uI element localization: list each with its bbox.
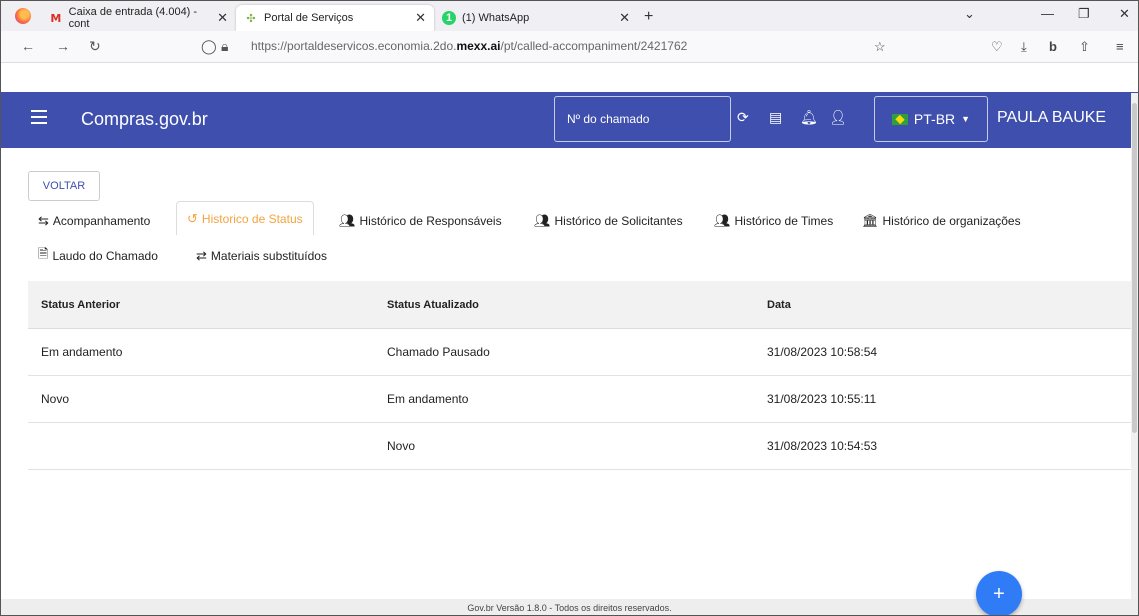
tab-label: Historico de Status bbox=[201, 211, 303, 226]
menu-icon[interactable]: ≡ bbox=[1116, 39, 1124, 54]
back-arrow-icon[interactable]: ← bbox=[21, 38, 35, 54]
tab-label: Histórico de Times bbox=[734, 214, 834, 228]
gmail-icon: M bbox=[50, 11, 62, 25]
url-domain: mexx.ai bbox=[456, 39, 501, 53]
browser-tab-title: Portal de Serviços bbox=[264, 12, 354, 24]
table-row: Em andamento Chamado Pausado 31/08/2023 … bbox=[28, 329, 1134, 376]
url-prefix: https://portaldeservicos.economia.2do. bbox=[251, 39, 457, 53]
browser-tab-title: Caixa de entrada (4.004) - cont bbox=[68, 6, 198, 30]
tab-label: Histórico de Responsáveis bbox=[359, 214, 502, 228]
user-name[interactable]: PAULA BAUKE bbox=[997, 109, 1106, 127]
column-header-status-anterior: Status Anterior bbox=[41, 298, 121, 311]
new-tab-icon[interactable]: + bbox=[644, 8, 653, 26]
caret-down-icon: ▼ bbox=[961, 114, 971, 124]
cell-data: 31/08/2023 10:54:53 bbox=[767, 439, 878, 453]
scrollbar-thumb[interactable] bbox=[1132, 103, 1137, 433]
tab-laudo-do-chamado[interactable]: 🗎︎ Laudo do Chamado bbox=[38, 239, 158, 273]
swap-icon: ⇄ bbox=[196, 248, 207, 263]
tab-label: Acompanhamento bbox=[52, 214, 151, 228]
browser-nav-bar: ← → ↻ ◯ 🔒︎ https://portaldeservicos.econ… bbox=[1, 31, 1138, 63]
browser-tab-portal[interactable]: ✣ Portal de Serviços ✕ bbox=[236, 5, 434, 31]
people-icon: 👥︎ bbox=[714, 213, 731, 228]
ticket-number-search-input[interactable] bbox=[554, 96, 731, 142]
close-tab-icon[interactable]: ✕ bbox=[217, 10, 228, 26]
people-icon: 👥︎ bbox=[534, 213, 551, 228]
column-header-status-atualizado: Status Atualizado bbox=[387, 298, 479, 311]
tab-list-chevron-icon[interactable]: ⌄ bbox=[964, 6, 975, 22]
close-tab-icon[interactable]: ✕ bbox=[619, 10, 630, 26]
tab-label: Histórico de Solicitantes bbox=[554, 214, 683, 228]
hamburger-menu-icon[interactable] bbox=[31, 110, 47, 128]
language-label: PT-BR bbox=[913, 111, 956, 127]
extension-icon[interactable]: b bbox=[1049, 39, 1057, 54]
cell-status-anterior: Em andamento bbox=[41, 345, 123, 359]
browser-tab-title: (1) WhatsApp bbox=[462, 12, 530, 24]
portal-icon: ✣ bbox=[246, 12, 256, 25]
cell-status-atualizado: Novo bbox=[387, 439, 416, 453]
accompaniment-icon: ⇆ bbox=[38, 213, 49, 228]
close-tab-icon[interactable]: ✕ bbox=[415, 10, 426, 26]
cell-data: 31/08/2023 10:58:54 bbox=[767, 345, 878, 359]
pocket-icon[interactable]: ♡ bbox=[991, 39, 1003, 55]
tab-acompanhamento[interactable]: ⇆ Acompanhamento bbox=[38, 204, 150, 238]
url-path: /pt/called-accompaniment/2421762 bbox=[500, 39, 688, 53]
status-history-table: Status Anterior Status Atualizado Data E… bbox=[28, 281, 1134, 470]
address-bar[interactable]: https://portaldeservicos.economia.2do.me… bbox=[251, 39, 687, 53]
screen-frame: M Caixa de entrada (4.004) - cont ✕ ✣ Po… bbox=[0, 0, 1139, 616]
tab-label: Histórico de organizações bbox=[882, 214, 1021, 228]
share-icon[interactable]: ⇧ bbox=[1079, 39, 1090, 55]
browser-tab-whatsapp[interactable]: 1 (1) WhatsApp ✕ bbox=[434, 5, 638, 31]
lock-icon[interactable]: 🔒︎ bbox=[221, 38, 228, 55]
back-button[interactable]: VOLTAR bbox=[28, 171, 100, 201]
tab-historico-de-responsaveis[interactable]: 👥︎ Histórico de Responsáveis bbox=[339, 204, 502, 238]
browser-tab-strip: M Caixa de entrada (4.004) - cont ✕ ✣ Po… bbox=[1, 1, 1138, 31]
shield-icon[interactable]: ◯ bbox=[201, 38, 217, 55]
document-icon: 🗎︎ bbox=[38, 246, 49, 261]
table-row: Novo 31/08/2023 10:54:53 bbox=[28, 423, 1134, 470]
firefox-logo-icon[interactable] bbox=[15, 8, 31, 24]
tab-label: Laudo do Chamado bbox=[52, 249, 158, 263]
tab-materiais-substituidos[interactable]: ⇄ Materiais substituídos bbox=[196, 239, 327, 273]
tab-historico-de-times[interactable]: 👥︎ Histórico de Times bbox=[714, 204, 833, 238]
bookmark-star-icon[interactable]: ☆ bbox=[874, 39, 886, 55]
footer-text: Gov.br Versão 1.8.0 - Todos os direitos … bbox=[1, 599, 1138, 615]
brand-title[interactable]: Compras.gov.br bbox=[81, 109, 208, 130]
brazil-flag-icon bbox=[891, 113, 908, 125]
browser-tab-gmail[interactable]: M Caixa de entrada (4.004) - cont ✕ bbox=[41, 5, 236, 31]
tab-historico-de-status[interactable]: ↺ Historico de Status bbox=[176, 201, 314, 235]
people-icon: 👥︎ bbox=[339, 213, 356, 228]
app-header: Compras.gov.br ⟳ ▤ 🔔︎ 👤︎ PT-BR ▼ PAULA B… bbox=[1, 92, 1138, 148]
minimize-icon[interactable]: — bbox=[1041, 6, 1054, 21]
tablet-icon[interactable]: ▤ bbox=[769, 109, 782, 126]
cell-data: 31/08/2023 10:55:11 bbox=[767, 392, 877, 406]
reload-icon[interactable]: ↻ bbox=[89, 38, 101, 55]
table-header: Status Anterior Status Atualizado Data bbox=[28, 281, 1134, 329]
language-selector[interactable]: PT-BR ▼ bbox=[874, 96, 988, 142]
restore-icon[interactable]: ❐ bbox=[1078, 6, 1090, 22]
download-icon[interactable]: ⤓ bbox=[1021, 39, 1027, 55]
column-header-data: Data bbox=[767, 298, 791, 311]
cell-status-atualizado: Em andamento bbox=[387, 392, 469, 406]
page-scrollbar[interactable] bbox=[1131, 93, 1138, 613]
table-row: Novo Em andamento 31/08/2023 10:55:11 bbox=[28, 376, 1134, 423]
tab-label: Materiais substituídos bbox=[210, 249, 327, 263]
add-fab-button[interactable]: + bbox=[976, 571, 1022, 615]
cell-status-anterior: Novo bbox=[41, 392, 70, 406]
bell-icon[interactable]: 🔔︎ bbox=[800, 109, 818, 126]
whatsapp-icon: 1 bbox=[442, 11, 456, 25]
institution-icon: 🏛︎ bbox=[862, 213, 879, 228]
cell-status-atualizado: Chamado Pausado bbox=[387, 345, 490, 359]
history-icon: ↺ bbox=[187, 210, 198, 226]
user-icon[interactable]: 👤︎ bbox=[829, 109, 847, 126]
refresh-icon[interactable]: ⟳ bbox=[737, 109, 749, 126]
close-window-icon[interactable]: ✕ bbox=[1119, 6, 1130, 22]
tab-historico-de-solicitantes[interactable]: 👥︎ Histórico de Solicitantes bbox=[534, 204, 683, 238]
forward-arrow-icon[interactable]: → bbox=[56, 38, 70, 54]
tab-historico-de-organizacoes[interactable]: 🏛︎ Histórico de organizações bbox=[862, 204, 1021, 238]
